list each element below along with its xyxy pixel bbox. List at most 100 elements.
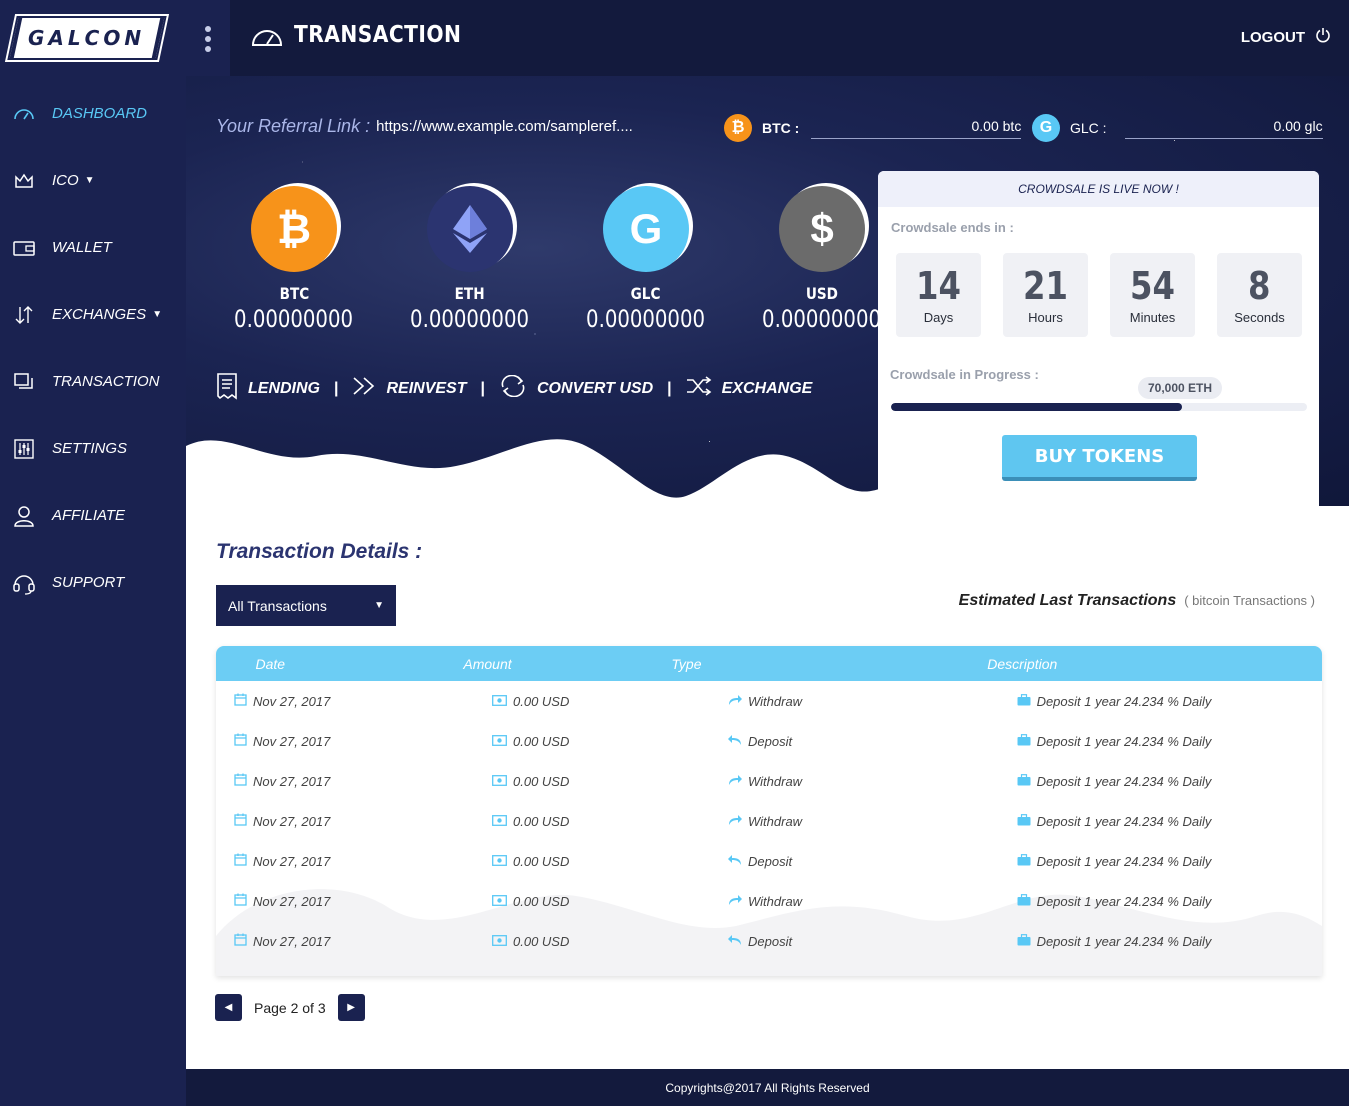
menu-dots-icon[interactable] [204, 26, 212, 52]
coin-amount: 0.00000000 [762, 305, 882, 333]
separator: | [667, 379, 672, 397]
share-arrow-icon [728, 774, 742, 789]
table-row[interactable]: Nov 27, 2017 0.00 USD Withdraw Deposit 1 ye… [216, 881, 1322, 921]
calendar-icon [234, 773, 247, 789]
type-text: Deposit [748, 933, 793, 949]
sidebar: DASHBOARD ICO ▼ WALLET EXCHANGES ▼ TRANS… [0, 0, 186, 1106]
convert-usd-label: CONVERT USD [536, 379, 654, 397]
copyright-text: Copyrights@2017 All Rights Reserved [665, 1080, 870, 1095]
gauge-icon [250, 26, 284, 53]
transaction-icon [12, 372, 36, 392]
sidebar-item-settings[interactable]: SETTINGS [0, 415, 186, 482]
amount-text: 0.00 USD [513, 733, 570, 749]
description-text: Deposit 1 year 24.234 % Daily [1036, 813, 1212, 829]
cell-description: Deposit 1 year 24.234 % Daily [906, 814, 1322, 829]
logo[interactable]: GALCON [5, 14, 169, 62]
sidebar-item-label: AFFILIATE [52, 507, 126, 524]
cell-amount: 0.00 USD [446, 894, 676, 909]
column-date: Date [255, 655, 286, 672]
referral-label: Your Referral Link : [216, 116, 371, 136]
briefcase-icon [1017, 853, 1031, 869]
caret-down-icon: ▼ [374, 600, 384, 611]
table-row[interactable]: Nov 27, 2017 0.00 USD Withdraw Deposit 1 ye… [216, 761, 1322, 801]
convert-usd-button[interactable]: CONVERT USD [499, 374, 654, 402]
timer-minutes: 54 Minutes [1110, 253, 1195, 337]
sidebar-item-support[interactable]: SUPPORT [0, 549, 186, 616]
sidebar-nav: DASHBOARD ICO ▼ WALLET EXCHANGES ▼ TRANS… [0, 80, 186, 616]
timer-unit: Hours [1028, 309, 1063, 325]
type-text: Withdraw [748, 773, 803, 789]
sidebar-item-label: TRANSACTION [52, 373, 160, 390]
sidebar-item-wallet[interactable]: WALLET [0, 214, 186, 281]
buy-tokens-button[interactable]: BUY TOKENS [1002, 435, 1197, 481]
sidebar-item-label: SETTINGS [52, 440, 128, 457]
table-row[interactable]: Nov 27, 2017 0.00 USD Withdraw Deposit 1 ye… [216, 681, 1322, 721]
exchange-button[interactable]: EXCHANGE [686, 376, 812, 401]
next-page-button[interactable]: ▶ [337, 994, 365, 1021]
share-arrow-icon [728, 894, 742, 909]
date-text: Nov 27, 2017 [253, 813, 331, 829]
table-row[interactable]: Nov 27, 2017 0.00 USD Deposit Deposit 1 yea… [216, 921, 1322, 961]
cell-type: Withdraw [676, 774, 906, 789]
logout-button[interactable]: LOGOUT [1241, 27, 1331, 47]
description-text: Deposit 1 year 24.234 % Daily [1036, 933, 1212, 949]
money-icon [492, 934, 507, 949]
logout-label: LOGOUT [1240, 28, 1305, 46]
money-icon [492, 734, 507, 749]
estimated-sub: ( bitcoin Transactions ) [1184, 593, 1315, 608]
cell-type: Withdraw [676, 894, 906, 909]
coin-eth: ETH 0.00000000 [382, 186, 558, 333]
table-row[interactable]: Nov 27, 2017 0.00 USD Deposit Deposit 1 yea… [216, 721, 1322, 761]
timer-hours: 21 Hours [1003, 253, 1088, 337]
cell-date: Nov 27, 2017 [216, 813, 446, 829]
sidebar-item-transaction[interactable]: TRANSACTION [0, 348, 186, 415]
glc-balance: G GLC : 0.00 glc [1032, 114, 1323, 142]
amount-text: 0.00 USD [513, 773, 570, 789]
btc-balance-label: BTC : [762, 120, 800, 136]
sidebar-item-ico[interactable]: ICO ▼ [0, 147, 186, 214]
filter-value: All Transactions [228, 597, 327, 614]
cell-description: Deposit 1 year 24.234 % Daily [906, 854, 1322, 869]
ethereum-icon [427, 186, 513, 272]
table-row[interactable]: Nov 27, 2017 0.00 USD Withdraw Deposit 1 ye… [216, 801, 1322, 841]
calendar-icon [234, 933, 247, 949]
briefcase-icon [1017, 813, 1031, 829]
coin-glc: G GLC 0.00000000 [558, 186, 734, 333]
prev-page-button[interactable]: ◀ [215, 994, 242, 1021]
table-row[interactable]: Nov 27, 2017 0.00 USD Deposit Deposit 1 yea… [216, 841, 1322, 881]
lending-button[interactable]: LENDING [216, 372, 320, 405]
referral-url[interactable]: https://www.example.com/sampleref.... [376, 118, 633, 135]
crowdsale-ends-label: Crowdsale ends in : [891, 220, 1014, 235]
money-icon [492, 774, 507, 789]
coin-name: GLC [631, 284, 661, 303]
cell-type: Deposit [676, 854, 906, 869]
page: DASHBOARD ICO ▼ WALLET EXCHANGES ▼ TRANS… [0, 0, 1349, 1106]
countdown-timer: 14 Days 21 Hours 54 Minutes 8 Seconds [896, 253, 1302, 337]
logo-area: GALCON [0, 0, 230, 76]
reply-arrow-icon [728, 934, 742, 949]
sidebar-item-dashboard[interactable]: DASHBOARD [0, 80, 186, 147]
calendar-icon [234, 693, 247, 709]
chevron-down-icon: ▼ [152, 309, 163, 320]
sidebar-item-exchanges[interactable]: EXCHANGES ▼ [0, 281, 186, 348]
sidebar-item-affiliate[interactable]: AFFILIATE [0, 482, 186, 549]
quick-actions: LENDING | REINVEST | CONVERT USD | EXCHA… [216, 372, 812, 405]
lending-label: LENDING [248, 379, 320, 397]
transaction-details-title: Transaction Details : [216, 540, 423, 563]
money-icon [492, 814, 507, 829]
coin-name: USD [805, 284, 839, 303]
coin-amount: 0.00000000 [234, 305, 354, 333]
sidebar-item-label: EXCHANGES [52, 306, 147, 323]
btc-balance: ₿ BTC : 0.00 btc [724, 114, 1022, 142]
amount-text: 0.00 USD [513, 853, 570, 869]
page-title: TRANSACTION [294, 22, 462, 48]
type-text: Withdraw [748, 693, 803, 709]
reinvest-button[interactable]: REINVEST [352, 376, 467, 401]
type-text: Deposit [748, 733, 793, 749]
separator: | [334, 379, 339, 397]
bitcoin-icon: ₿ [724, 114, 752, 142]
share-arrow-icon [728, 694, 742, 709]
transaction-filter-select[interactable]: All Transactions ▼ [216, 585, 396, 626]
glc-coin-icon: G [1032, 114, 1060, 142]
type-text: Deposit [748, 853, 793, 869]
